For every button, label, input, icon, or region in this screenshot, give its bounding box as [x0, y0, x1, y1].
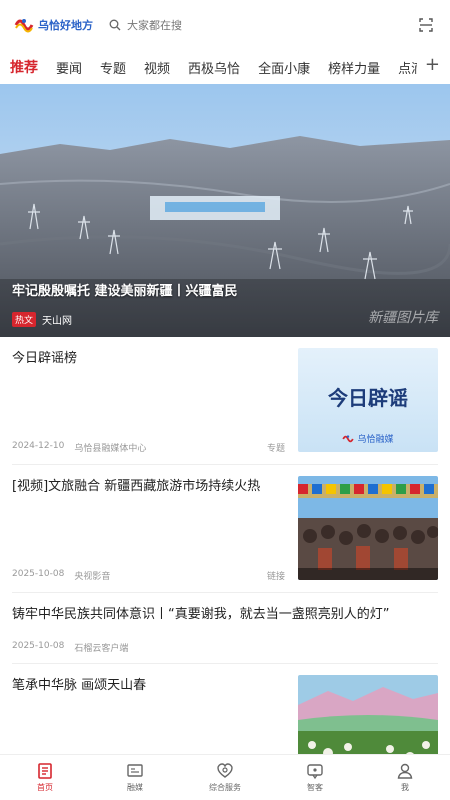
search-placeholder: 大家都在搜 [127, 19, 182, 32]
bottom-nav: 首页 融媒 综合服务 智客 我 [0, 754, 450, 800]
thumb-title: 今日辟谣 [328, 386, 408, 410]
hero-meta: 热文 天山网 [12, 312, 72, 327]
item-title: 今日辟谣榜 [12, 351, 78, 366]
tab-headlines[interactable]: 要闻 [56, 58, 82, 77]
list-item[interactable]: 笔承中华脉 画颂天山春 [12, 664, 438, 779]
channel-tabs: 推荐 要闻 专题 视频 西极乌恰 全面小康 榜样力量 点滴 + [0, 52, 450, 82]
hero-image [0, 84, 450, 337]
item-date: 2025-10-08 [12, 641, 65, 651]
tab-role-models[interactable]: 榜样力量 [328, 58, 380, 77]
nav-home[interactable]: 首页 [0, 755, 90, 800]
news-feed: 今日辟谣榜 2024-12-10 乌恰县融媒体中心 专题 今日辟谣 乌恰融媒 [… [0, 337, 450, 779]
hero-title: 牢记殷殷嘱托 建设美丽新疆丨兴疆富民 [12, 284, 238, 299]
logo-text: 乌恰好地方 [38, 19, 93, 32]
tab-recommend[interactable]: 推荐 [10, 57, 38, 77]
list-item[interactable]: [视频]文旅融合 新疆西藏旅游市场持续火热 2025-10-08 央视影音 链接 [12, 465, 438, 593]
item-tag: 专题 [267, 444, 286, 454]
user-icon [397, 763, 413, 779]
item-date: 2024-12-10 [12, 441, 65, 451]
item-title: [视频]文旅融合 新疆西藏旅游市场持续火热 [12, 479, 261, 494]
nav-assistant[interactable]: 智客 [270, 755, 360, 800]
hero-banner[interactable]: 牢记殷殷嘱托 建设美丽新疆丨兴疆富民 热文 天山网 新疆图片库 [0, 84, 450, 337]
thumb-logo: 乌恰融媒 [298, 432, 438, 445]
tab-xiaokang[interactable]: 全面小康 [258, 58, 310, 77]
item-thumbnail: 今日辟谣 乌恰融媒 [298, 348, 438, 452]
item-meta: 2025-10-08 央视影音 [12, 569, 110, 582]
item-thumbnail [298, 476, 438, 580]
nav-label: 智客 [307, 783, 323, 792]
logo-icon [14, 19, 34, 33]
top-bar: 乌恰好地方 大家都在搜 [0, 0, 450, 50]
app-logo[interactable]: 乌恰好地方 [14, 17, 93, 33]
nav-services[interactable]: 综合服务 [180, 755, 270, 800]
nav-label: 综合服务 [209, 783, 241, 792]
item-source: 央视影音 [74, 572, 111, 582]
watermark: 新疆图片库 [368, 310, 438, 326]
nav-me[interactable]: 我 [360, 755, 450, 800]
media-icon [127, 764, 143, 777]
add-channel-icon[interactable]: + [416, 54, 440, 75]
home-icon [38, 763, 52, 779]
logo-icon [342, 434, 355, 442]
nav-label: 我 [401, 783, 409, 792]
tab-xiji-wuqia[interactable]: 西极乌恰 [188, 58, 240, 77]
item-meta: 2025-10-08 石榴云客户端 [12, 641, 128, 654]
chat-icon [307, 764, 323, 780]
video-thumbnail-image [298, 476, 438, 580]
thumb-brand: 乌恰融媒 [357, 435, 394, 445]
hero-source: 天山网 [42, 316, 73, 327]
item-meta: 2024-12-10 乌恰县融媒体中心 [12, 441, 146, 454]
item-source: 乌恰县融媒体中心 [74, 444, 147, 454]
list-item[interactable]: 铸牢中华民族共同体意识丨“真要谢我，就去当一盏照亮别人的灯” 2025-10-0… [12, 593, 438, 664]
item-source: 石榴云客户端 [74, 644, 129, 654]
tab-topics[interactable]: 专题 [100, 58, 126, 77]
item-title: 笔承中华脉 画颂天山春 [12, 678, 147, 693]
scan-icon[interactable] [416, 15, 436, 35]
nav-label: 首页 [37, 783, 53, 792]
item-tag: 链接 [267, 572, 286, 582]
item-title: 铸牢中华民族共同体意识丨“真要谢我，就去当一盏照亮别人的灯” [12, 607, 390, 622]
service-icon [217, 763, 233, 778]
search-icon [109, 19, 121, 31]
hot-badge: 热文 [12, 312, 37, 327]
item-date: 2025-10-08 [12, 569, 65, 579]
list-item[interactable]: 今日辟谣榜 2024-12-10 乌恰县融媒体中心 专题 今日辟谣 乌恰融媒 [12, 337, 438, 465]
nav-media[interactable]: 融媒 [90, 755, 180, 800]
tab-video[interactable]: 视频 [144, 58, 170, 77]
search-bar[interactable]: 大家都在搜 [109, 17, 416, 33]
nav-label: 融媒 [127, 783, 143, 792]
